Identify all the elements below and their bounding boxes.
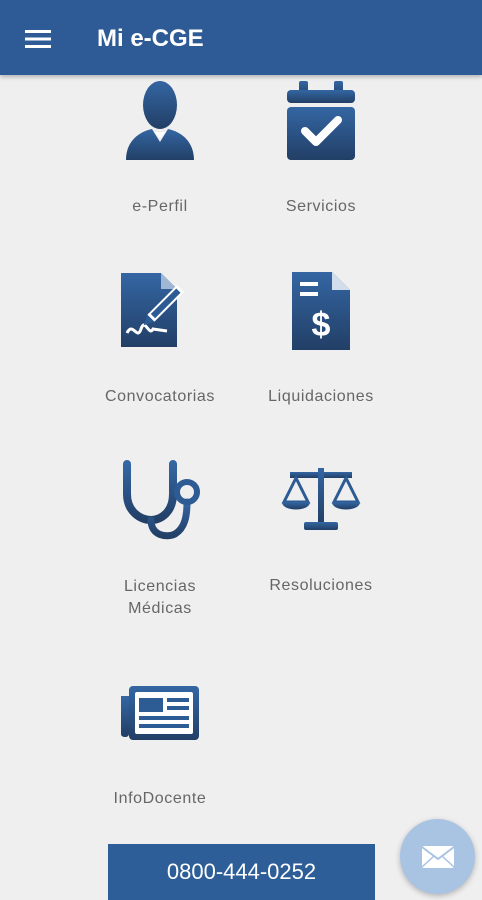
calendar-check-icon [287, 81, 355, 160]
hamburger-menu-icon [25, 30, 51, 48]
tile-convocatorias[interactable]: Convocatorias [92, 271, 228, 408]
document-signature-icon [121, 273, 185, 347]
tile-liquidaciones[interactable]: $ Liquidaciones [253, 270, 389, 408]
phone-call-button[interactable]: 0800-444-0252 [108, 844, 375, 900]
tile-label: e-Perfil [132, 198, 188, 215]
tile-e-perfil[interactable]: e-Perfil [92, 80, 228, 218]
invoice-dollar-icon: $ [292, 272, 350, 350]
envelope-icon [420, 845, 455, 868]
tile-licencias-medicas[interactable]: Licencias Médicas [92, 460, 228, 620]
newspaper-icon [121, 686, 199, 740]
tile-label: Licencias Médicas [123, 578, 197, 617]
balance-scale-icon [281, 468, 361, 530]
svg-text:$: $ [312, 306, 331, 344]
tile-label: Liquidaciones [268, 388, 374, 405]
tile-label: Resoluciones [269, 577, 373, 594]
tile-resoluciones[interactable]: Resoluciones [253, 466, 389, 597]
tile-label: Convocatorias [104, 388, 216, 405]
tile-infodocente[interactable]: InfoDocente [92, 684, 228, 810]
tile-label: Servicios [285, 198, 357, 215]
contact-mail-fab[interactable] [400, 819, 475, 894]
menu-button[interactable] [14, 19, 62, 59]
tile-label: InfoDocente [113, 790, 207, 807]
app-title: Mi e-CGE [97, 25, 204, 52]
app-bar: Mi e-CGE [0, 0, 482, 75]
tile-servicios[interactable]: Servicios [253, 80, 389, 218]
stethoscope-icon [123, 460, 200, 540]
phone-number: 0800-444-0252 [166, 859, 317, 884]
user-profile-icon [126, 81, 194, 160]
